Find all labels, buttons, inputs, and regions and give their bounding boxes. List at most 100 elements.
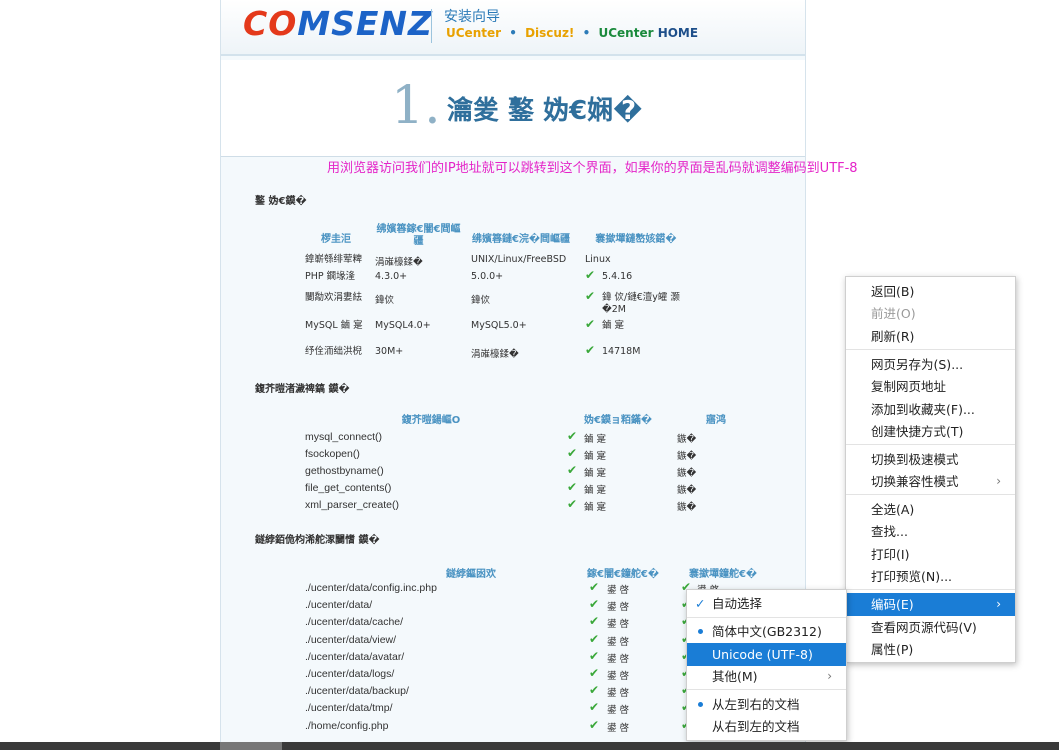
env-required: 30M+ — [375, 346, 404, 357]
check-icon: ✔ — [589, 700, 600, 715]
env-item: 鎿嶄綔绯荤粺 — [305, 254, 363, 265]
env-current: Linux — [585, 254, 611, 265]
context-menu-item[interactable]: 打印预览(N)... — [846, 565, 1015, 588]
func-header-name: 鍑芥暟鍚嶇О — [401, 415, 461, 426]
context-menu-item[interactable]: 前进(O) — [846, 302, 1015, 325]
context-menu-item[interactable]: 网页另存为(S)... — [846, 353, 1015, 376]
dir-required: 鍙 啓 — [607, 705, 630, 717]
context-menu-item[interactable]: 返回(B) — [846, 280, 1015, 303]
dir-path: ./ucenter/data/logs/ — [305, 668, 395, 680]
env-item: 闄勪欢涓婁紶 — [305, 292, 363, 303]
env-required: MySQL4.0+ — [375, 320, 431, 331]
env-header-current: 褰撳墠鏈嶅姟鍣� — [595, 234, 677, 245]
menu-separator — [846, 494, 1015, 495]
dir-required: 鍙 啓 — [607, 653, 630, 665]
func-name: fsockopen() — [305, 448, 360, 460]
context-menu-item[interactable]: 属性(P) — [846, 638, 1015, 661]
check-icon: ✔ — [585, 268, 596, 282]
check-icon: ✔ — [589, 614, 600, 629]
env-item: MySQL 鏀 寔 — [305, 320, 363, 331]
func-name: xml_parser_create() — [305, 499, 399, 511]
func-result: 鏀 寔 — [584, 434, 607, 445]
encoding-menu-item[interactable]: 简体中文(GB2312) — [687, 620, 846, 643]
env-required: 4.3.0+ — [375, 271, 408, 282]
env-header-best: 绋嬪簭鏈€浣�閰嶇疆 — [471, 234, 571, 245]
func-result: 鏀 寔 — [584, 485, 607, 496]
context-menu-item[interactable]: 编码(E) › — [846, 593, 1015, 616]
context-menu-item[interactable]: 查找... — [846, 520, 1015, 543]
context-menu-item[interactable]: 切换到极速模式 — [846, 448, 1015, 471]
check-icon: ✔ — [585, 343, 596, 357]
dir-required: 鍙 啓 — [607, 602, 630, 614]
check-icon: ✔ — [589, 597, 600, 612]
wizard-title: 安装向导 — [444, 9, 500, 25]
taskbar-button[interactable] — [220, 742, 282, 750]
menu-item-label: 属性(P) — [871, 642, 914, 657]
check-icon: ✔ — [589, 683, 600, 698]
menu-item-label: 其他(M) — [712, 669, 758, 684]
func-header-advice: 寤鸿 — [706, 415, 726, 426]
step-banner: 1. 瀹夎 鐜 妫€娴� — [221, 60, 805, 157]
dir-path: ./ucenter/data/ — [305, 599, 373, 612]
menu-item-label: 刷新(R) — [871, 329, 915, 344]
menu-item-label: 前进(O) — [871, 306, 916, 321]
dir-path: ./ucenter/data/avatar/ — [305, 650, 405, 663]
context-menu-item[interactable]: 打印(I) — [846, 543, 1015, 566]
menu-item-label: 切换兼容性模式 — [871, 474, 959, 489]
comsenz-logo: COMSENZ — [243, 4, 433, 43]
context-menu-item[interactable]: 添加到收藏夹(F)... — [846, 398, 1015, 421]
menu-item-label: 网页另存为(S)... — [871, 357, 964, 372]
env-best: 涓嶉檺鍒� — [471, 349, 519, 360]
context-menu-item[interactable]: 切换兼容性模式 › — [846, 470, 1015, 493]
func-advice: 鏃� — [677, 502, 697, 513]
env-item: 纾佺洏绌洪棿 — [305, 346, 363, 357]
step-title: 瀹夎 鐜 妫€娴� — [447, 96, 643, 126]
menu-item-label: 创建快捷方式(T) — [871, 424, 964, 439]
func-name: gethostbyname() — [305, 465, 384, 477]
env-section-title: 鐜 妫€鏌� — [255, 196, 307, 207]
radio-dot-icon — [698, 702, 703, 707]
menu-separator — [687, 689, 846, 690]
encoding-submenu: ✓ 自动选择简体中文(GB2312) Unicode (UTF-8) 其他(M) › 从左… — [686, 589, 847, 741]
context-menu-item[interactable]: 复制网页地址 — [846, 375, 1015, 398]
menu-item-label: 自动选择 — [712, 596, 763, 611]
env-current: 鍏 佽/鏈€澶у皬 灏�2M — [602, 292, 680, 315]
encoding-menu-item[interactable]: 从右到左的文档 — [687, 715, 846, 738]
screen: COMSENZ 安装向导 UCenter • Discuz! • UCenter… — [0, 0, 1059, 750]
func-header-result: 妫€鏌ョ粨鏋� — [583, 415, 653, 426]
dir-header-path: 鐩綍鏂囦欢 — [446, 569, 496, 580]
menu-separator — [846, 589, 1015, 590]
func-result: 鏀 寔 — [584, 451, 607, 462]
context-menu: 返回(B) 前进(O) 刷新(R) 网页另存为(S)... 复制网页地址添加到收藏夹(F… — [845, 276, 1016, 663]
env-best: 5.0.0+ — [471, 271, 504, 282]
encoding-menu-item[interactable]: 其他(M) › — [687, 665, 846, 688]
func-advice: 鏃� — [677, 434, 697, 445]
logo-letters-rest: MSENZ — [297, 4, 433, 43]
product-discuz: Discuz! — [525, 26, 575, 40]
encoding-menu-item[interactable]: ✓ 自动选择 — [687, 592, 846, 615]
chevron-right-icon: › — [996, 474, 1001, 488]
env-current: 5.4.16 — [602, 271, 633, 282]
encoding-menu-item[interactable]: Unicode (UTF-8) — [687, 643, 846, 666]
menu-item-label: 复制网页地址 — [871, 379, 947, 394]
encoding-menu-item[interactable]: 从左到右的文档 — [687, 693, 846, 716]
step-number: 1. — [391, 76, 441, 136]
context-menu-item[interactable]: 刷新(R) — [846, 325, 1015, 348]
chevron-right-icon: › — [827, 669, 832, 683]
menu-item-label: 查找... — [871, 524, 908, 539]
context-menu-item[interactable]: 查看网页源代码(V) — [846, 616, 1015, 639]
dir-path: ./ucenter/data/config.inc.php — [305, 582, 437, 594]
context-menu-item[interactable]: 全选(A) — [846, 498, 1015, 521]
env-header-required: 绋嬪簭鎵€闇€閰嶇疆 — [376, 224, 461, 247]
context-menu-item[interactable]: 创建快捷方式(T) — [846, 420, 1015, 443]
menu-item-label: 添加到收藏夹(F)... — [871, 402, 975, 417]
dir-required: 鍙 啓 — [607, 619, 630, 631]
func-advice: 鏃� — [677, 468, 697, 479]
func-result: 鏀 寔 — [584, 468, 607, 479]
product-ucenter: UCenter — [446, 26, 502, 40]
func-advice: 鏃� — [677, 485, 697, 496]
menu-separator — [687, 617, 846, 618]
menu-item-label: 简体中文(GB2312) — [712, 624, 822, 639]
menu-item-label: 编码(E) — [871, 597, 914, 612]
dir-path: ./ucenter/data/backup/ — [305, 685, 409, 698]
